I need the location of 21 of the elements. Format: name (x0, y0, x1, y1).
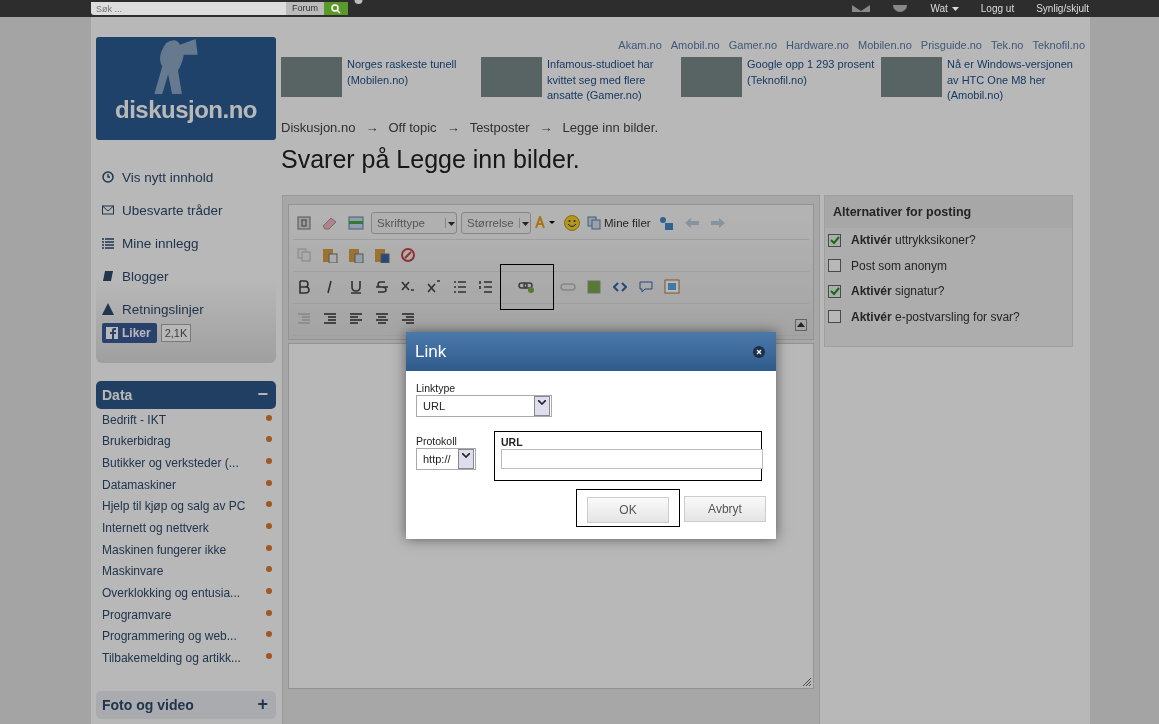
breadcrumb-current: Legge inn bilder. (562, 119, 659, 135)
nav-label: Retningslinjer (122, 301, 204, 317)
nav-label: Blogger (122, 268, 169, 284)
field-label: Protokoll (416, 435, 458, 447)
field-label: Linktype (416, 382, 457, 394)
option-label: Post som anonym (851, 258, 948, 273)
field-label: URL (501, 436, 524, 448)
option-label: Aktivér e-postvarsling for svar? (851, 309, 1020, 324)
panel-title: Alternativer for posting (825, 195, 1072, 228)
page-title: Svarer på Legge inn bilder. (281, 144, 581, 174)
like-count: 2,1K (160, 323, 192, 342)
option-label: Aktivér signatur? (851, 284, 945, 299)
logo-text: diskusjon.no (115, 96, 257, 124)
dialog-title: Link (415, 341, 447, 362)
breadcrumb-arrow: → (539, 119, 553, 135)
nav-label: Ubesvarte tråder (122, 202, 223, 218)
nav-label: Vis nytt innhold (122, 169, 214, 185)
breadcrumb-arrow: → (446, 119, 460, 135)
breadcrumb-arrow: → (365, 119, 379, 135)
nav-label: Mine innlegg (122, 235, 199, 251)
option-label: Aktivér uttrykksikoner? (851, 233, 976, 248)
